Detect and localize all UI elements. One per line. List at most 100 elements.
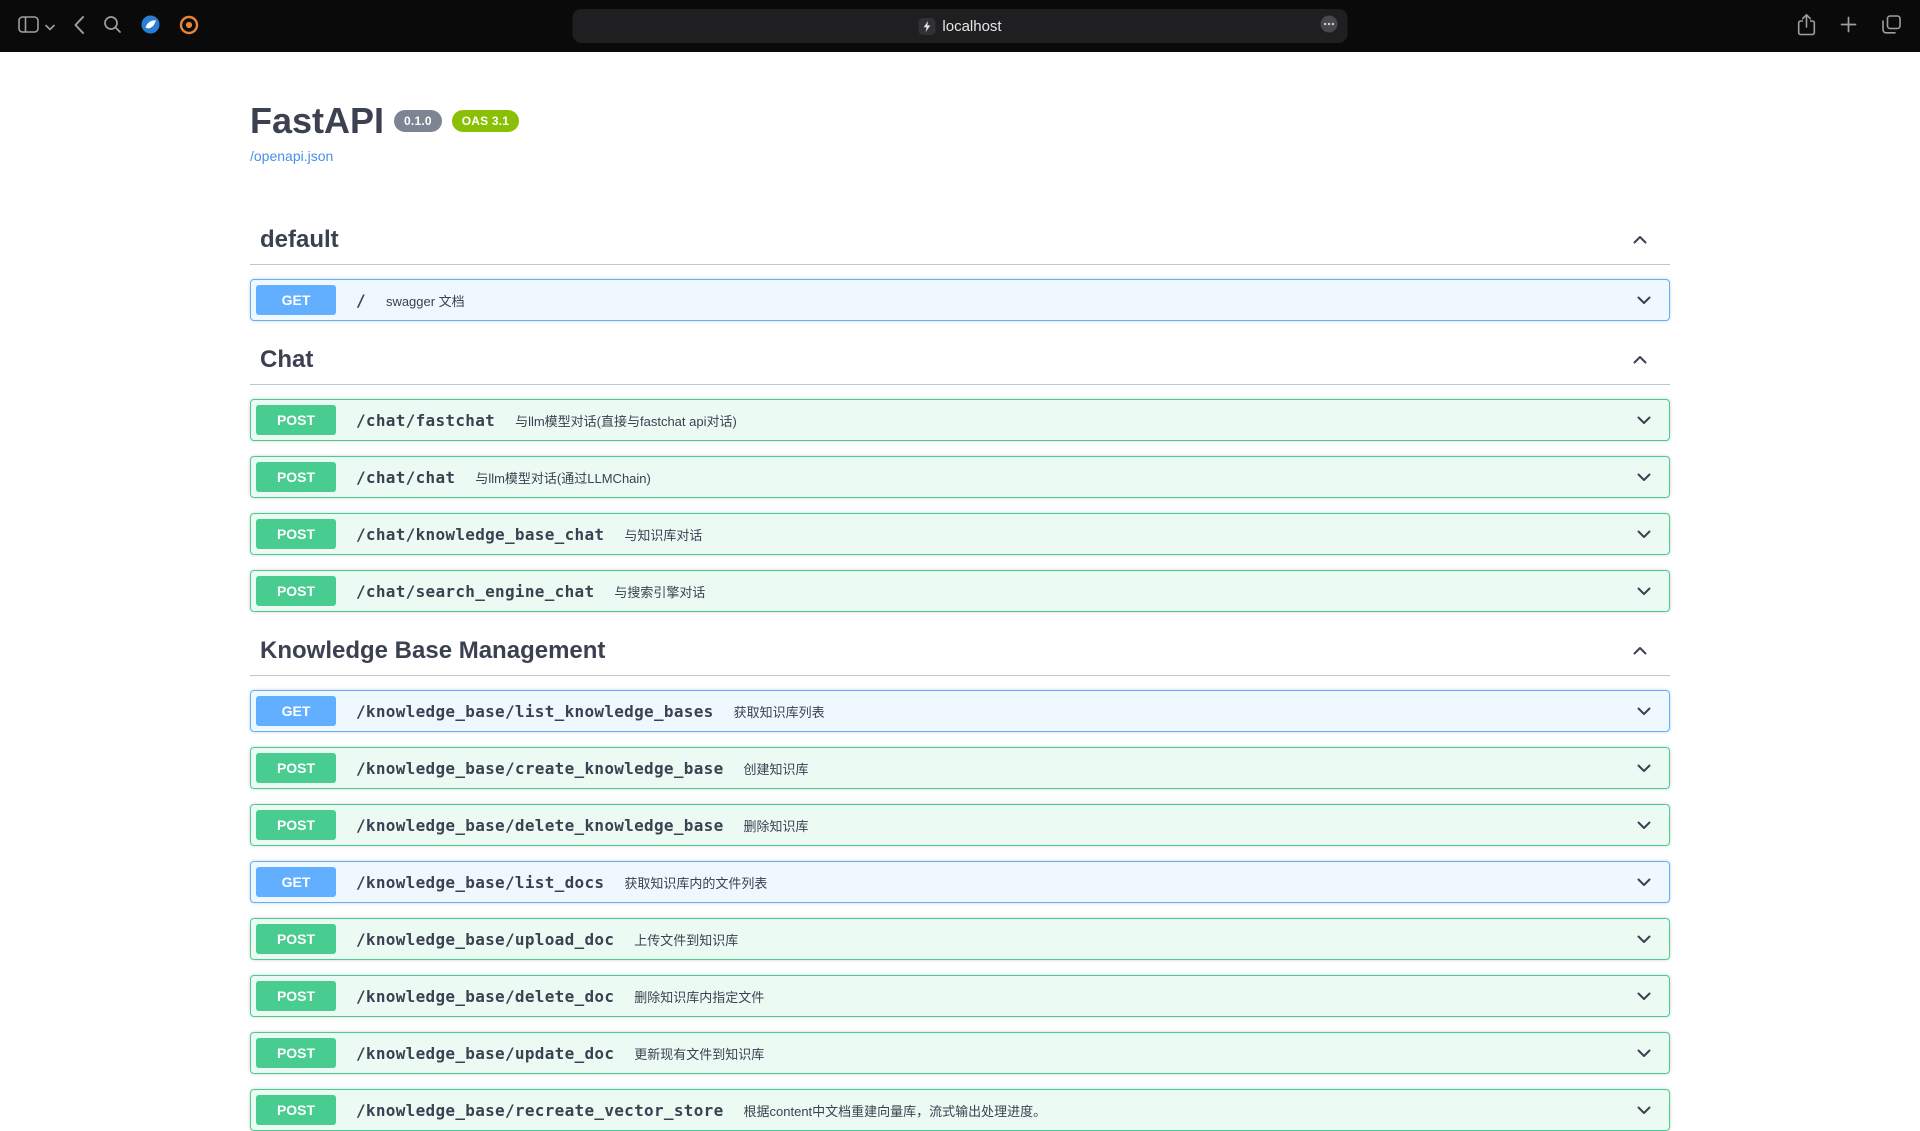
operation-row[interactable]: POST /knowledge_base/delete_doc 删除知识库内指定… — [250, 975, 1670, 1017]
operation-row[interactable]: GET /knowledge_base/list_knowledge_bases… — [250, 690, 1670, 732]
api-sections: default GET / swagger 文档 Chat POST /ch — [250, 216, 1670, 1131]
chevron-down-icon[interactable] — [1624, 290, 1664, 310]
operation-path: /knowledge_base/create_knowledge_base — [346, 759, 734, 778]
operation-summary-bar[interactable]: POST /knowledge_base/recreate_vector_sto… — [251, 1090, 1669, 1130]
operation-summary: 与知识库对话 — [624, 525, 1624, 544]
section-operations: POST /chat/fastchat 与llm模型对话(直接与fastchat… — [250, 399, 1670, 612]
operation-summary-bar[interactable]: POST /knowledge_base/upload_doc 上传文件到知识库 — [251, 919, 1669, 959]
section-title: default — [260, 226, 339, 254]
operation-path: /knowledge_base/upload_doc — [346, 930, 624, 949]
operation-row[interactable]: POST /chat/chat 与llm模型对话(通过LLMChain) — [250, 456, 1670, 498]
api-info: FastAPI0.1.0OAS 3.1 /openapi.json — [250, 100, 1670, 166]
chevron-down-icon[interactable] — [1624, 872, 1664, 892]
method-badge: POST — [256, 924, 336, 954]
api-section: Knowledge Base Management GET /knowledge… — [250, 627, 1670, 1131]
operation-summary: 更新现有文件到知识库 — [634, 1044, 1624, 1063]
chevron-down-icon[interactable] — [1624, 929, 1664, 949]
back-button[interactable] — [73, 15, 85, 38]
method-badge: GET — [256, 696, 336, 726]
openapi-spec-link[interactable]: /openapi.json — [250, 148, 333, 164]
method-badge: GET — [256, 867, 336, 897]
sidebar-toggle-icon — [18, 16, 39, 36]
operation-summary: 根据content中文档重建向量库，流式输出处理进度。 — [744, 1101, 1624, 1120]
operation-path: /chat/fastchat — [346, 411, 505, 430]
version-badge: 0.1.0 — [394, 110, 442, 132]
operation-row[interactable]: GET /knowledge_base/list_docs 获取知识库内的文件列… — [250, 861, 1670, 903]
chevron-down-icon[interactable] — [1624, 986, 1664, 1006]
method-badge: POST — [256, 1095, 336, 1125]
tab-overview-icon — [1881, 14, 1902, 38]
operation-row[interactable]: POST /knowledge_base/upload_doc 上传文件到知识库 — [250, 918, 1670, 960]
chevron-down-icon[interactable] — [1624, 758, 1664, 778]
tab-overview-button[interactable] — [1881, 14, 1902, 38]
oas-badge: OAS 3.1 — [452, 110, 519, 132]
operation-summary: 获取知识库列表 — [734, 702, 1624, 721]
chevron-up-icon[interactable] — [1630, 230, 1650, 250]
method-badge: POST — [256, 981, 336, 1011]
chevron-down-icon[interactable] — [1624, 701, 1664, 721]
section-header[interactable]: default — [250, 216, 1670, 265]
method-badge: GET — [256, 285, 336, 315]
operation-summary-bar[interactable]: GET / swagger 文档 — [251, 280, 1669, 320]
extension-orange-button[interactable] — [179, 15, 199, 38]
operation-summary-bar[interactable]: POST /chat/chat 与llm模型对话(通过LLMChain) — [251, 457, 1669, 497]
operation-row[interactable]: POST /knowledge_base/create_knowledge_ba… — [250, 747, 1670, 789]
operation-path: /knowledge_base/delete_doc — [346, 987, 624, 1006]
ellipsis-circle-icon — [1320, 15, 1339, 38]
chevron-down-icon[interactable] — [1624, 1043, 1664, 1063]
method-badge: POST — [256, 1038, 336, 1068]
operation-summary-bar[interactable]: GET /knowledge_base/list_docs 获取知识库内的文件列… — [251, 862, 1669, 902]
url-text: localhost — [942, 18, 1001, 35]
operation-summary: 与搜索引擎对话 — [614, 582, 1624, 601]
sidebar-menu-button[interactable] — [45, 19, 55, 34]
chevron-up-icon[interactable] — [1630, 350, 1650, 370]
operation-summary: 删除知识库内指定文件 — [634, 987, 1624, 1006]
operation-row[interactable]: POST /knowledge_base/delete_knowledge_ba… — [250, 804, 1670, 846]
section-header[interactable]: Knowledge Base Management — [250, 627, 1670, 676]
new-tab-button[interactable] — [1840, 16, 1857, 36]
method-badge: POST — [256, 810, 336, 840]
operation-summary-bar[interactable]: POST /chat/search_engine_chat 与搜索引擎对话 — [251, 571, 1669, 611]
operation-summary: 上传文件到知识库 — [634, 930, 1624, 949]
operation-row[interactable]: POST /chat/fastchat 与llm模型对话(直接与fastchat… — [250, 399, 1670, 441]
sidebar-toggle-button[interactable] — [18, 16, 39, 36]
chevron-down-icon[interactable] — [1624, 410, 1664, 430]
extension-blue-button[interactable] — [140, 14, 161, 38]
operation-row[interactable]: POST /knowledge_base/recreate_vector_sto… — [250, 1089, 1670, 1131]
operation-summary: 创建知识库 — [744, 759, 1624, 778]
operation-summary-bar[interactable]: POST /knowledge_base/update_doc 更新现有文件到知… — [251, 1033, 1669, 1073]
api-section: default GET / swagger 文档 — [250, 216, 1670, 321]
chevron-down-icon[interactable] — [1624, 524, 1664, 544]
search-button[interactable] — [103, 15, 122, 37]
operation-summary: 与llm模型对话(通过LLMChain) — [475, 468, 1624, 487]
operation-path: /chat/chat — [346, 468, 465, 487]
address-bar[interactable]: localhost — [573, 9, 1348, 43]
chevron-up-icon[interactable] — [1630, 641, 1650, 661]
chevron-down-icon[interactable] — [1624, 581, 1664, 601]
operation-row[interactable]: POST /chat/knowledge_base_chat 与知识库对话 — [250, 513, 1670, 555]
operation-row[interactable]: POST /knowledge_base/update_doc 更新现有文件到知… — [250, 1032, 1670, 1074]
operation-summary-bar[interactable]: POST /chat/knowledge_base_chat 与知识库对话 — [251, 514, 1669, 554]
operation-row[interactable]: GET / swagger 文档 — [250, 279, 1670, 321]
operation-summary-bar[interactable]: POST /knowledge_base/delete_knowledge_ba… — [251, 805, 1669, 845]
chevron-down-icon[interactable] — [1624, 815, 1664, 835]
operation-row[interactable]: POST /chat/search_engine_chat 与搜索引擎对话 — [250, 570, 1670, 612]
operation-summary-bar[interactable]: POST /knowledge_base/delete_doc 删除知识库内指定… — [251, 976, 1669, 1016]
operation-path: /knowledge_base/list_docs — [346, 873, 614, 892]
swagger-page: FastAPI0.1.0OAS 3.1 /openapi.json defaul… — [230, 100, 1690, 1131]
operation-summary-bar[interactable]: GET /knowledge_base/list_knowledge_bases… — [251, 691, 1669, 731]
chevron-down-icon — [45, 19, 55, 34]
chevron-down-icon[interactable] — [1624, 1100, 1664, 1120]
section-operations: GET / swagger 文档 — [250, 279, 1670, 321]
site-favicon — [918, 18, 935, 35]
page-settings-button[interactable] — [1320, 15, 1339, 38]
back-icon — [73, 15, 85, 38]
extension-blue-icon — [140, 14, 161, 38]
method-badge: POST — [256, 462, 336, 492]
operation-summary-bar[interactable]: POST /knowledge_base/create_knowledge_ba… — [251, 748, 1669, 788]
chevron-down-icon[interactable] — [1624, 467, 1664, 487]
operation-summary: 与llm模型对话(直接与fastchat api对话) — [515, 411, 1624, 430]
share-button[interactable] — [1797, 13, 1816, 39]
section-header[interactable]: Chat — [250, 336, 1670, 385]
operation-summary-bar[interactable]: POST /chat/fastchat 与llm模型对话(直接与fastchat… — [251, 400, 1669, 440]
